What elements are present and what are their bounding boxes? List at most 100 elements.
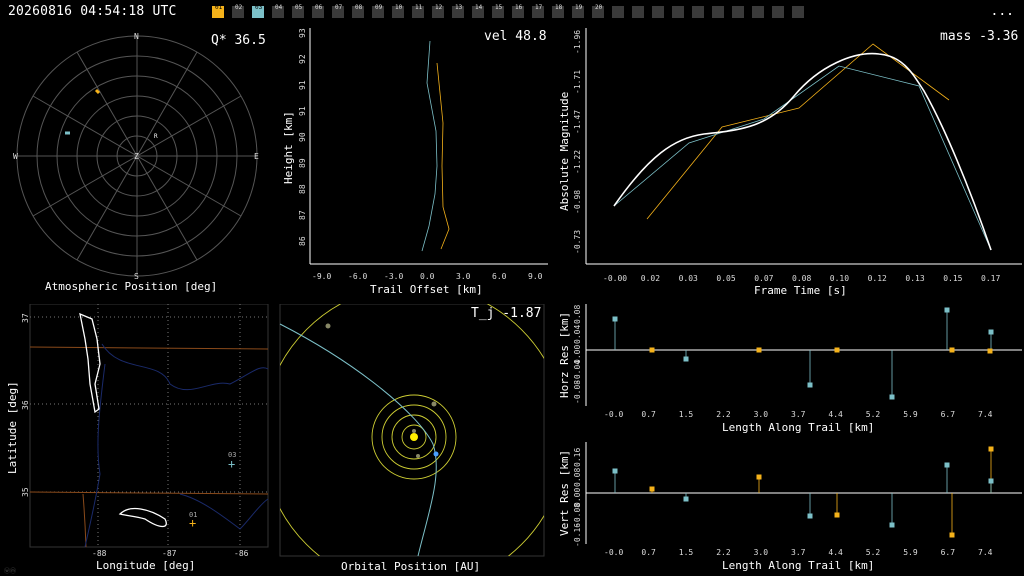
station-label: 08 <box>355 4 363 11</box>
horz-residual-point[interactable] <box>949 347 955 353</box>
horz-residual-point[interactable] <box>987 348 993 354</box>
station-toggle-03[interactable]: 03 <box>252 5 264 18</box>
station-toggle-18[interactable]: 18 <box>552 5 564 18</box>
more-menu-button[interactable]: ... <box>991 4 1014 19</box>
horz-residual-point[interactable] <box>834 347 840 353</box>
atmospheric-position-panel[interactable]: N S E W Z R Q* 36.5 Atmospheric Position… <box>0 26 276 298</box>
station-slot-empty[interactable] <box>692 6 704 18</box>
horz-residual-point[interactable] <box>683 356 689 362</box>
station1-height-line <box>436 62 450 250</box>
horz-residual-point[interactable] <box>756 347 762 353</box>
horz-xtick: 5.9 <box>903 410 918 419</box>
horz-residual-point[interactable] <box>944 307 950 313</box>
vert-residual-point[interactable] <box>988 446 994 452</box>
station-toggle-07[interactable]: 07 <box>332 4 344 18</box>
station-toggle-04[interactable]: 04 <box>272 5 284 18</box>
vert-residual-point[interactable] <box>807 513 813 519</box>
horz-xtick: 2.2 <box>716 410 731 419</box>
horz-residual-point[interactable] <box>807 382 813 388</box>
vert-xticks: -0.0 0.7 1.5 2.2 3.0 3.7 4.4 5.2 5.9 6.7 7.4 <box>604 548 993 557</box>
horz-ytick: -0.08 <box>573 380 582 404</box>
station-toggle-17[interactable]: 17 <box>532 5 544 18</box>
vert-residual-point[interactable] <box>889 522 895 528</box>
station-slot-empty[interactable] <box>652 6 664 18</box>
station1-track <box>94 88 101 95</box>
horz-xticks: -0.0 0.7 1.5 2.2 3.0 3.7 4.4 5.2 5.9 6.7 7.4 <box>604 410 993 419</box>
station-toggle-02[interactable]: 02 <box>232 4 244 18</box>
vert-xlabel: Length Along Trail [km] <box>722 559 874 572</box>
vert-residual-point[interactable] <box>649 486 655 492</box>
horz-residual-point[interactable] <box>649 347 655 353</box>
horz-xtick: 7.4 <box>978 410 993 419</box>
station-label: 10 <box>395 4 403 11</box>
vert-xtick: 3.0 <box>754 548 769 557</box>
station-label: 07 <box>335 4 343 11</box>
vert-residual-point[interactable] <box>756 474 762 480</box>
tj-readout: T_j -1.87 <box>471 306 541 321</box>
station-toggle-15[interactable]: 15 <box>492 5 504 18</box>
map-xtick: -86 <box>234 549 249 558</box>
vert-residual-point[interactable] <box>949 532 955 538</box>
station-slot-empty[interactable] <box>672 6 684 18</box>
horz-residual-point[interactable] <box>612 316 618 322</box>
state-border-3 <box>82 493 87 548</box>
station-toggle-08[interactable]: 08 <box>352 4 364 18</box>
station01-marker[interactable]: + <box>189 516 196 530</box>
station-slot-empty[interactable] <box>792 6 804 18</box>
horizontal-residuals-panel[interactable]: -0.0 0.7 1.5 2.2 3.0 3.7 4.4 5.2 5.9 6.7 7.4 0.080… <box>554 302 1024 438</box>
mag-ylabel: Absolute Magnitude <box>558 92 571 211</box>
station-slot-empty[interactable] <box>772 6 784 18</box>
station-toggle-05[interactable]: 05 <box>292 5 304 18</box>
mag-ytick: -1.47 <box>573 110 582 134</box>
vert-residual-point[interactable] <box>944 462 950 468</box>
orbital-position-panel[interactable]: T_j -1.87 Orbital Position [AU] <box>278 304 548 576</box>
station-toggle-14[interactable]: 14 <box>472 4 484 18</box>
vert-residual-point[interactable] <box>683 496 689 502</box>
station-slot-empty[interactable] <box>752 6 764 18</box>
station-toggle-10[interactable]: 10 <box>392 4 404 18</box>
height-ytick: 91 <box>298 106 307 116</box>
station-slot-empty[interactable] <box>712 6 724 18</box>
station-slot-empty[interactable] <box>732 6 744 18</box>
station-toggle-12[interactable]: 12 <box>432 5 444 18</box>
station-toggle-09[interactable]: 09 <box>372 5 384 18</box>
ground-map-panel[interactable]: -88 -87 -86 353637 01 + 03 + Longitude [de… <box>0 304 276 576</box>
station-toggle-11[interactable]: 11 <box>412 4 424 18</box>
vert-xtick: 1.5 <box>679 548 694 557</box>
vert-residual-point[interactable] <box>988 478 994 484</box>
vert-ytick: -0.16 <box>573 523 582 547</box>
station-label: 02 <box>235 4 243 11</box>
station03-marker[interactable]: + <box>228 457 235 471</box>
horz-residual-point[interactable] <box>988 329 994 335</box>
state-border-2 <box>29 491 269 495</box>
vert-xtick: 6.7 <box>941 548 956 557</box>
station-slot-empty[interactable] <box>612 6 624 18</box>
horz-residual-point[interactable] <box>889 394 895 400</box>
mag-xtick: 0.13 <box>905 274 924 283</box>
station3-height-line <box>421 40 438 252</box>
horz-xtick: 3.7 <box>791 410 806 419</box>
height-offset-panel[interactable]: -9.0 -6.0 -3.0 0.0 3.0 6.0 9.0 86 87 88 89 90 91 91 9… <box>276 26 554 298</box>
magnitude-panel[interactable]: -0.00 0.02 0.03 0.05 0.07 0.08 0.10 0.12 0.13 0.1… <box>554 26 1024 298</box>
station-toggle-16[interactable]: 16 <box>512 5 524 18</box>
station-toggle-20[interactable]: 20 <box>592 5 604 18</box>
north-label: N <box>134 32 139 41</box>
vert-residual-point[interactable] <box>612 468 618 474</box>
station-toggle-13[interactable]: 13 <box>452 5 464 18</box>
station-toggle-01[interactable]: 01 <box>212 5 224 18</box>
height-xtick: -6.0 <box>348 272 367 281</box>
station-label: 11 <box>415 4 423 11</box>
vertical-residuals-panel[interactable]: -0.0 0.7 1.5 2.2 3.0 3.7 4.4 5.2 5.9 6.7 7.4 0.160… <box>554 440 1024 576</box>
station-toggle-19[interactable]: 19 <box>572 5 584 18</box>
mag-xlabel: Frame Time [s] <box>754 284 847 297</box>
mag-xtick: 0.05 <box>716 274 735 283</box>
mag-ytick: -1.96 <box>573 30 582 54</box>
map-ytick: 35 <box>21 487 30 497</box>
vert-residual-point[interactable] <box>834 512 840 518</box>
station-slot-empty[interactable] <box>632 6 644 18</box>
magnitude-fit-curve <box>613 52 992 251</box>
station-toggle-06[interactable]: 06 <box>312 5 324 18</box>
planet-jupiter <box>325 323 331 329</box>
station-label: 14 <box>475 4 483 11</box>
height-xlabel: Trail Offset [km] <box>370 283 483 296</box>
